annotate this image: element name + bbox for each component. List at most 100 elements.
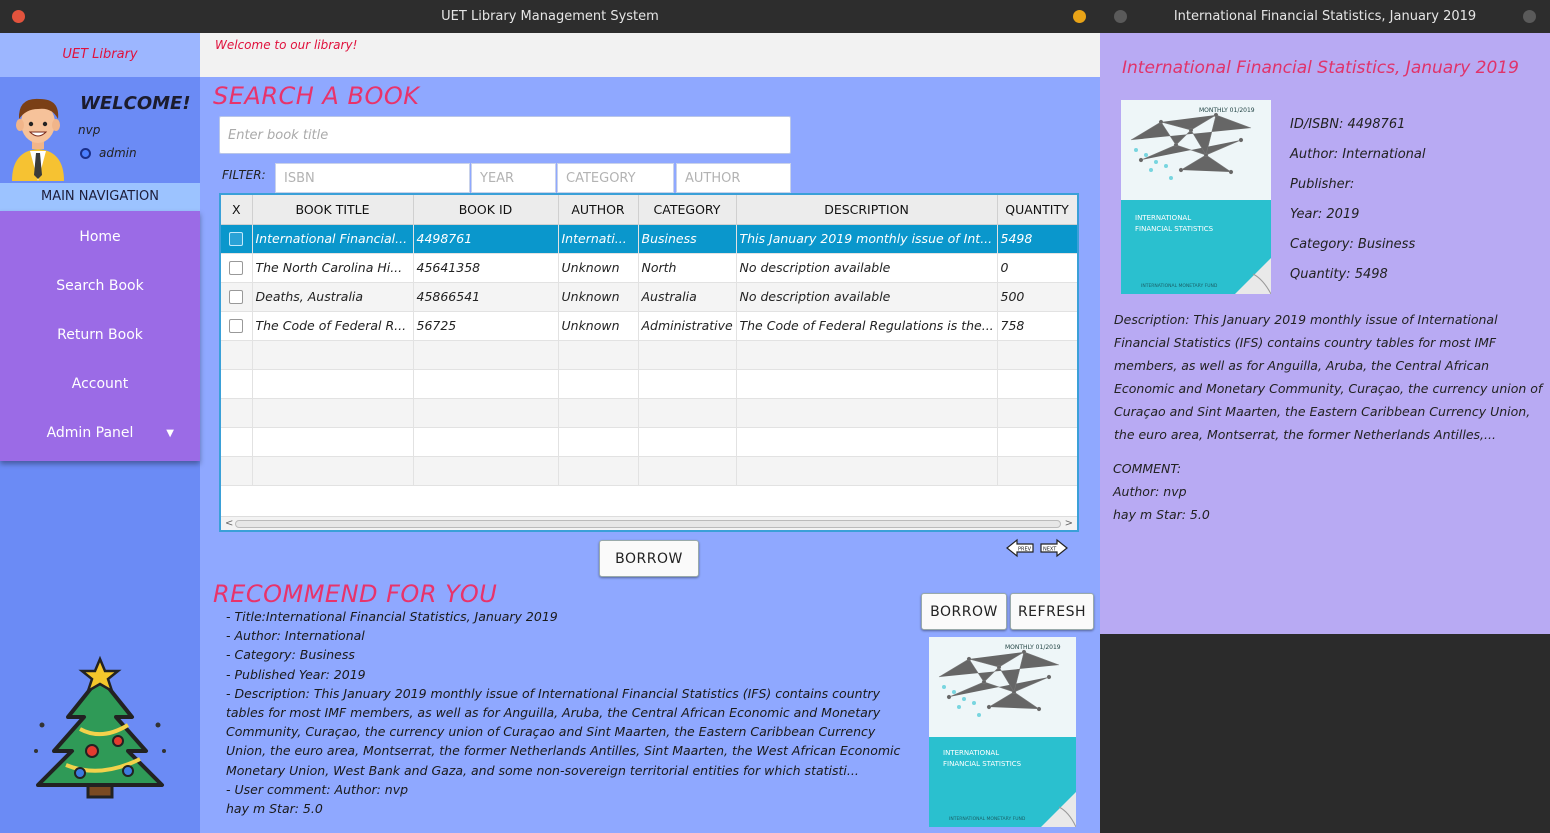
filter-category-input[interactable] xyxy=(557,163,674,193)
rec-year: - Published Year: 2019 xyxy=(226,666,366,682)
col-header-id[interactable]: BOOK ID xyxy=(413,195,559,225)
search-input[interactable] xyxy=(219,116,791,154)
rec-category: - Category: Business xyxy=(226,647,355,663)
col-header-category[interactable]: CATEGORY xyxy=(638,195,737,225)
table-header-row: X BOOK TITLE BOOK ID AUTHOR CATEGORY DES… xyxy=(221,195,1077,225)
detail-comments: COMMENT: Author: nvp hay m Star: 5.0 xyxy=(1113,457,1210,526)
online-status-icon xyxy=(80,147,91,159)
minimize-window-button[interactable] xyxy=(1523,10,1536,23)
svg-text:FINANCIAL STATISTICS: FINANCIAL STATISTICS xyxy=(1135,225,1214,233)
prev-label: PREV xyxy=(1018,547,1032,553)
table-row[interactable]: Deaths, Australia 45866541 Unknown Austr… xyxy=(221,282,1077,312)
nav-item-home[interactable]: Home xyxy=(0,213,200,262)
rec-star: hay m Star: 5.0 xyxy=(226,801,323,817)
recommend-heading: RECOMMEND FOR YOU xyxy=(213,580,498,608)
filter-isbn-input[interactable] xyxy=(275,163,470,193)
brand-label: UET Library xyxy=(0,33,200,77)
cell-quantity: 5498 xyxy=(997,224,1077,254)
scroll-left-icon[interactable]: < xyxy=(225,517,233,530)
cell-author: Unknown xyxy=(558,282,639,312)
svg-text:INTERNATIONAL MONETARY FUND: INTERNATIONAL MONETARY FUND xyxy=(949,816,1026,822)
recommend-borrow-button[interactable]: BORROW xyxy=(921,593,1007,630)
admin-panel-label: Admin Panel xyxy=(46,425,134,441)
nav-item-admin-panel[interactable]: Admin Panel ▼ xyxy=(0,409,200,458)
svg-text:FINANCIAL STATISTICS: FINANCIAL STATISTICS xyxy=(943,760,1022,768)
detail-quantity: Quantity: 5498 xyxy=(1290,267,1388,282)
svg-text:INTERNATIONAL: INTERNATIONAL xyxy=(1135,214,1191,222)
filter-author-input[interactable] xyxy=(676,163,791,193)
col-header-quantity[interactable]: QUANTITY xyxy=(997,195,1077,225)
role-status: admin xyxy=(80,146,137,160)
empty-row xyxy=(221,427,1077,457)
cell-id: 56725 xyxy=(413,311,559,341)
cell-category: Business xyxy=(638,224,737,254)
nav-item-search-book[interactable]: Search Book xyxy=(0,262,200,311)
username-label: nvp xyxy=(78,123,101,137)
filter-year-input[interactable] xyxy=(471,163,556,193)
cell-author: Unknown xyxy=(558,253,639,283)
cell-quantity: 0 xyxy=(997,253,1077,283)
table-row[interactable]: International Financial... 4498761 Inter… xyxy=(221,224,1077,254)
col-header-author[interactable]: AUTHOR xyxy=(558,195,639,225)
detail-isbn: ID/ISBN: 4498761 xyxy=(1290,117,1406,132)
horizontal-scrollbar[interactable]: < > xyxy=(221,516,1077,530)
cell-author: Unknown xyxy=(558,311,639,341)
row-checkbox[interactable] xyxy=(229,319,244,334)
avatar xyxy=(12,98,64,181)
table-row[interactable]: The North Carolina Hi... 45641358 Unknow… xyxy=(221,253,1077,283)
detail-publisher: Publisher: xyxy=(1290,177,1355,192)
comment-label: COMMENT: xyxy=(1113,461,1182,476)
empty-row xyxy=(221,398,1077,428)
cell-title: Deaths, Australia xyxy=(252,282,414,312)
welcome-banner: Welcome to our library! xyxy=(200,33,1100,77)
comment-star: hay m Star: 5.0 xyxy=(1113,507,1210,522)
next-label: NEXT xyxy=(1043,547,1057,553)
sidebar: UET Library WELCOME! nvp admin MAIN NAVI… xyxy=(0,33,200,833)
window-title: UET Library Management System xyxy=(441,9,659,24)
refresh-button[interactable]: REFRESH xyxy=(1010,593,1094,630)
col-header-description[interactable]: DESCRIPTION xyxy=(736,195,998,225)
recommendation-details: - Title:International Financial Statisti… xyxy=(226,607,916,818)
rec-title: - Title:International Financial Statisti… xyxy=(226,609,558,624)
main-titlebar[interactable]: UET Library Management System xyxy=(0,0,1100,33)
pagination: PREV NEXT xyxy=(1005,538,1069,558)
nav-item-return-book[interactable]: Return Book xyxy=(0,311,200,360)
next-page-icon[interactable]: NEXT xyxy=(1039,538,1069,558)
christmas-tree-icon xyxy=(34,655,166,799)
svg-text:INTERNATIONAL MONETARY FUND: INTERNATIONAL MONETARY FUND xyxy=(1141,283,1218,289)
role-label: admin xyxy=(99,146,137,160)
close-window-button[interactable] xyxy=(12,10,25,23)
row-checkbox[interactable] xyxy=(229,261,244,276)
search-heading: SEARCH A BOOK xyxy=(213,82,420,110)
main-window: UET Library Management System UET Librar… xyxy=(0,0,1100,833)
row-checkbox[interactable] xyxy=(229,290,244,305)
cell-id: 45641358 xyxy=(413,253,559,283)
table-row[interactable]: The Code of Federal R... 56725 Unknown A… xyxy=(221,311,1077,341)
comment-author: Author: nvp xyxy=(1113,484,1187,499)
borrow-button[interactable]: BORROW xyxy=(599,540,699,577)
svg-text:MONTHLY 01/2019: MONTHLY 01/2019 xyxy=(1005,644,1061,651)
row-checkbox[interactable] xyxy=(229,232,244,247)
cell-title: The Code of Federal R... xyxy=(252,311,414,341)
detail-titlebar[interactable]: International Financial Statistics, Janu… xyxy=(1100,0,1550,33)
close-window-button[interactable] xyxy=(1114,10,1127,23)
cell-id: 4498761 xyxy=(413,224,559,254)
nav-header: MAIN NAVIGATION xyxy=(0,183,200,211)
filter-label: FILTER: xyxy=(222,168,266,182)
cell-category: North xyxy=(638,253,737,283)
cell-title: International Financial... xyxy=(252,224,414,254)
cell-description: This January 2019 monthly issue of Int..… xyxy=(736,224,998,254)
empty-row xyxy=(221,340,1077,370)
scroll-right-icon[interactable]: > xyxy=(1065,517,1073,530)
col-header-title[interactable]: BOOK TITLE xyxy=(252,195,414,225)
user-profile: WELCOME! nvp admin xyxy=(0,77,200,183)
detail-category: Category: Business xyxy=(1290,237,1416,252)
scrollbar-thumb[interactable] xyxy=(235,520,1061,528)
prev-page-icon[interactable]: PREV xyxy=(1005,538,1035,558)
detail-window-title: International Financial Statistics, Janu… xyxy=(1173,9,1477,24)
detail-heading: International Financial Statistics, Janu… xyxy=(1122,58,1519,78)
minimize-window-button[interactable] xyxy=(1073,10,1086,23)
nav-item-account[interactable]: Account xyxy=(0,360,200,409)
col-header-select[interactable]: X xyxy=(221,195,253,225)
cell-description: No description available xyxy=(736,282,998,312)
